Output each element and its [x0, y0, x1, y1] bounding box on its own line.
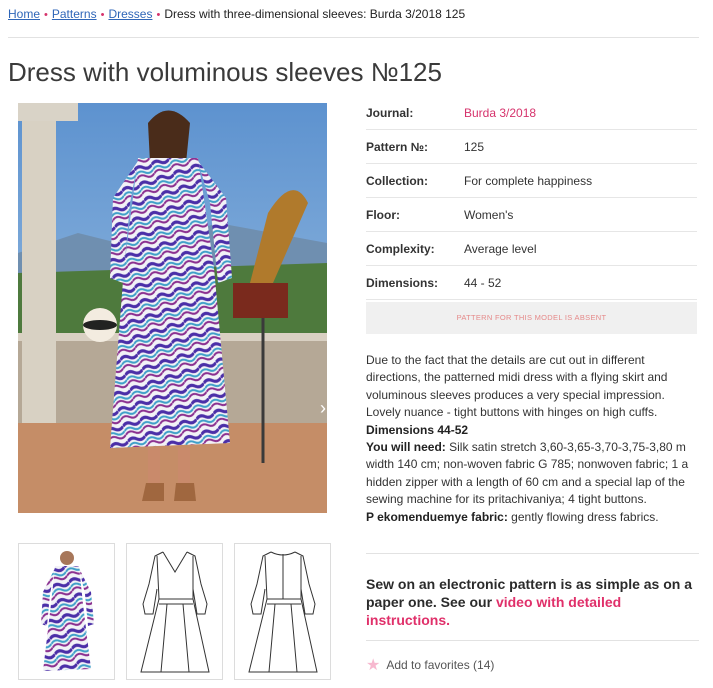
pattern-details: Journal: Burda 3/2018 Pattern №: 125 Col…	[366, 96, 697, 300]
detail-row-pattern-number: Pattern №: 125	[366, 130, 697, 164]
detail-row-floor: Floor: Women's	[366, 198, 697, 232]
breadcrumb-dresses-link[interactable]: Dresses	[108, 7, 152, 21]
divider	[8, 37, 699, 38]
page-title: Dress with voluminous sleeves №125	[8, 57, 442, 87]
breadcrumb-separator: •	[156, 9, 161, 21]
detail-label: Journal:	[366, 105, 414, 120]
detail-value: 125	[464, 139, 485, 154]
breadcrumb: Home • Patterns • Dresses • Dress with three-d…	[8, 7, 465, 21]
favorites-label: Add to favorites (14)	[386, 658, 495, 672]
detail-label: Complexity:	[366, 241, 435, 256]
thumbnail-back-sketch[interactable]	[234, 543, 331, 680]
main-product-photo[interactable]: ›	[18, 103, 327, 513]
thumbnail-photo[interactable]	[18, 543, 115, 680]
chevron-right-icon[interactable]: ›	[320, 398, 326, 419]
add-to-favorites-button[interactable]: ★ Add to favorites (14)	[366, 655, 494, 675]
thumbnail-front-sketch[interactable]	[126, 543, 223, 680]
detail-value: For complete happiness	[464, 173, 593, 188]
breadcrumb-separator: •	[44, 9, 48, 21]
detail-label: Floor:	[366, 207, 400, 222]
fabric-text: gently flowing dress fabrics.	[507, 509, 659, 524]
divider	[366, 640, 699, 641]
detail-label: Pattern №:	[366, 139, 429, 154]
divider	[366, 553, 699, 554]
description-intro: Due to the fact that the details are cut…	[366, 353, 668, 420]
breadcrumb-home-link[interactable]: Home	[8, 7, 40, 21]
pattern-description: Due to the fact that the details are cut…	[366, 352, 701, 526]
star-icon: ★	[366, 657, 381, 674]
detail-row-dimensions: Dimensions: 44 - 52	[366, 266, 697, 300]
breadcrumb-current: Dress with three-dimensional sleeves: Bu…	[164, 7, 466, 21]
detail-value: 44 - 52	[464, 275, 502, 290]
breadcrumb-patterns-link[interactable]: Patterns	[52, 7, 97, 21]
detail-value: Women's	[464, 207, 514, 222]
detail-label: Collection:	[366, 173, 428, 188]
fabric-label: P ekomenduemye fabric:	[366, 509, 508, 524]
detail-row-collection: Collection: For complete happiness	[366, 164, 697, 198]
pattern-absent-notice: PATTERN FOR THIS MODEL IS ABSENT	[366, 302, 697, 334]
electronic-pattern-promo: Sew on an electronic pattern is as simpl…	[366, 575, 706, 629]
journal-link[interactable]: Burda 3/2018	[464, 106, 536, 120]
detail-label: Dimensions:	[366, 275, 439, 290]
detail-row-journal: Journal: Burda 3/2018	[366, 96, 697, 130]
detail-row-complexity: Complexity: Average level	[366, 232, 697, 266]
description-dimensions: Dimensions 44-52	[366, 422, 469, 437]
breadcrumb-separator: •	[100, 9, 105, 21]
materials-label: You will need:	[366, 440, 446, 455]
detail-value: Average level	[464, 241, 537, 256]
